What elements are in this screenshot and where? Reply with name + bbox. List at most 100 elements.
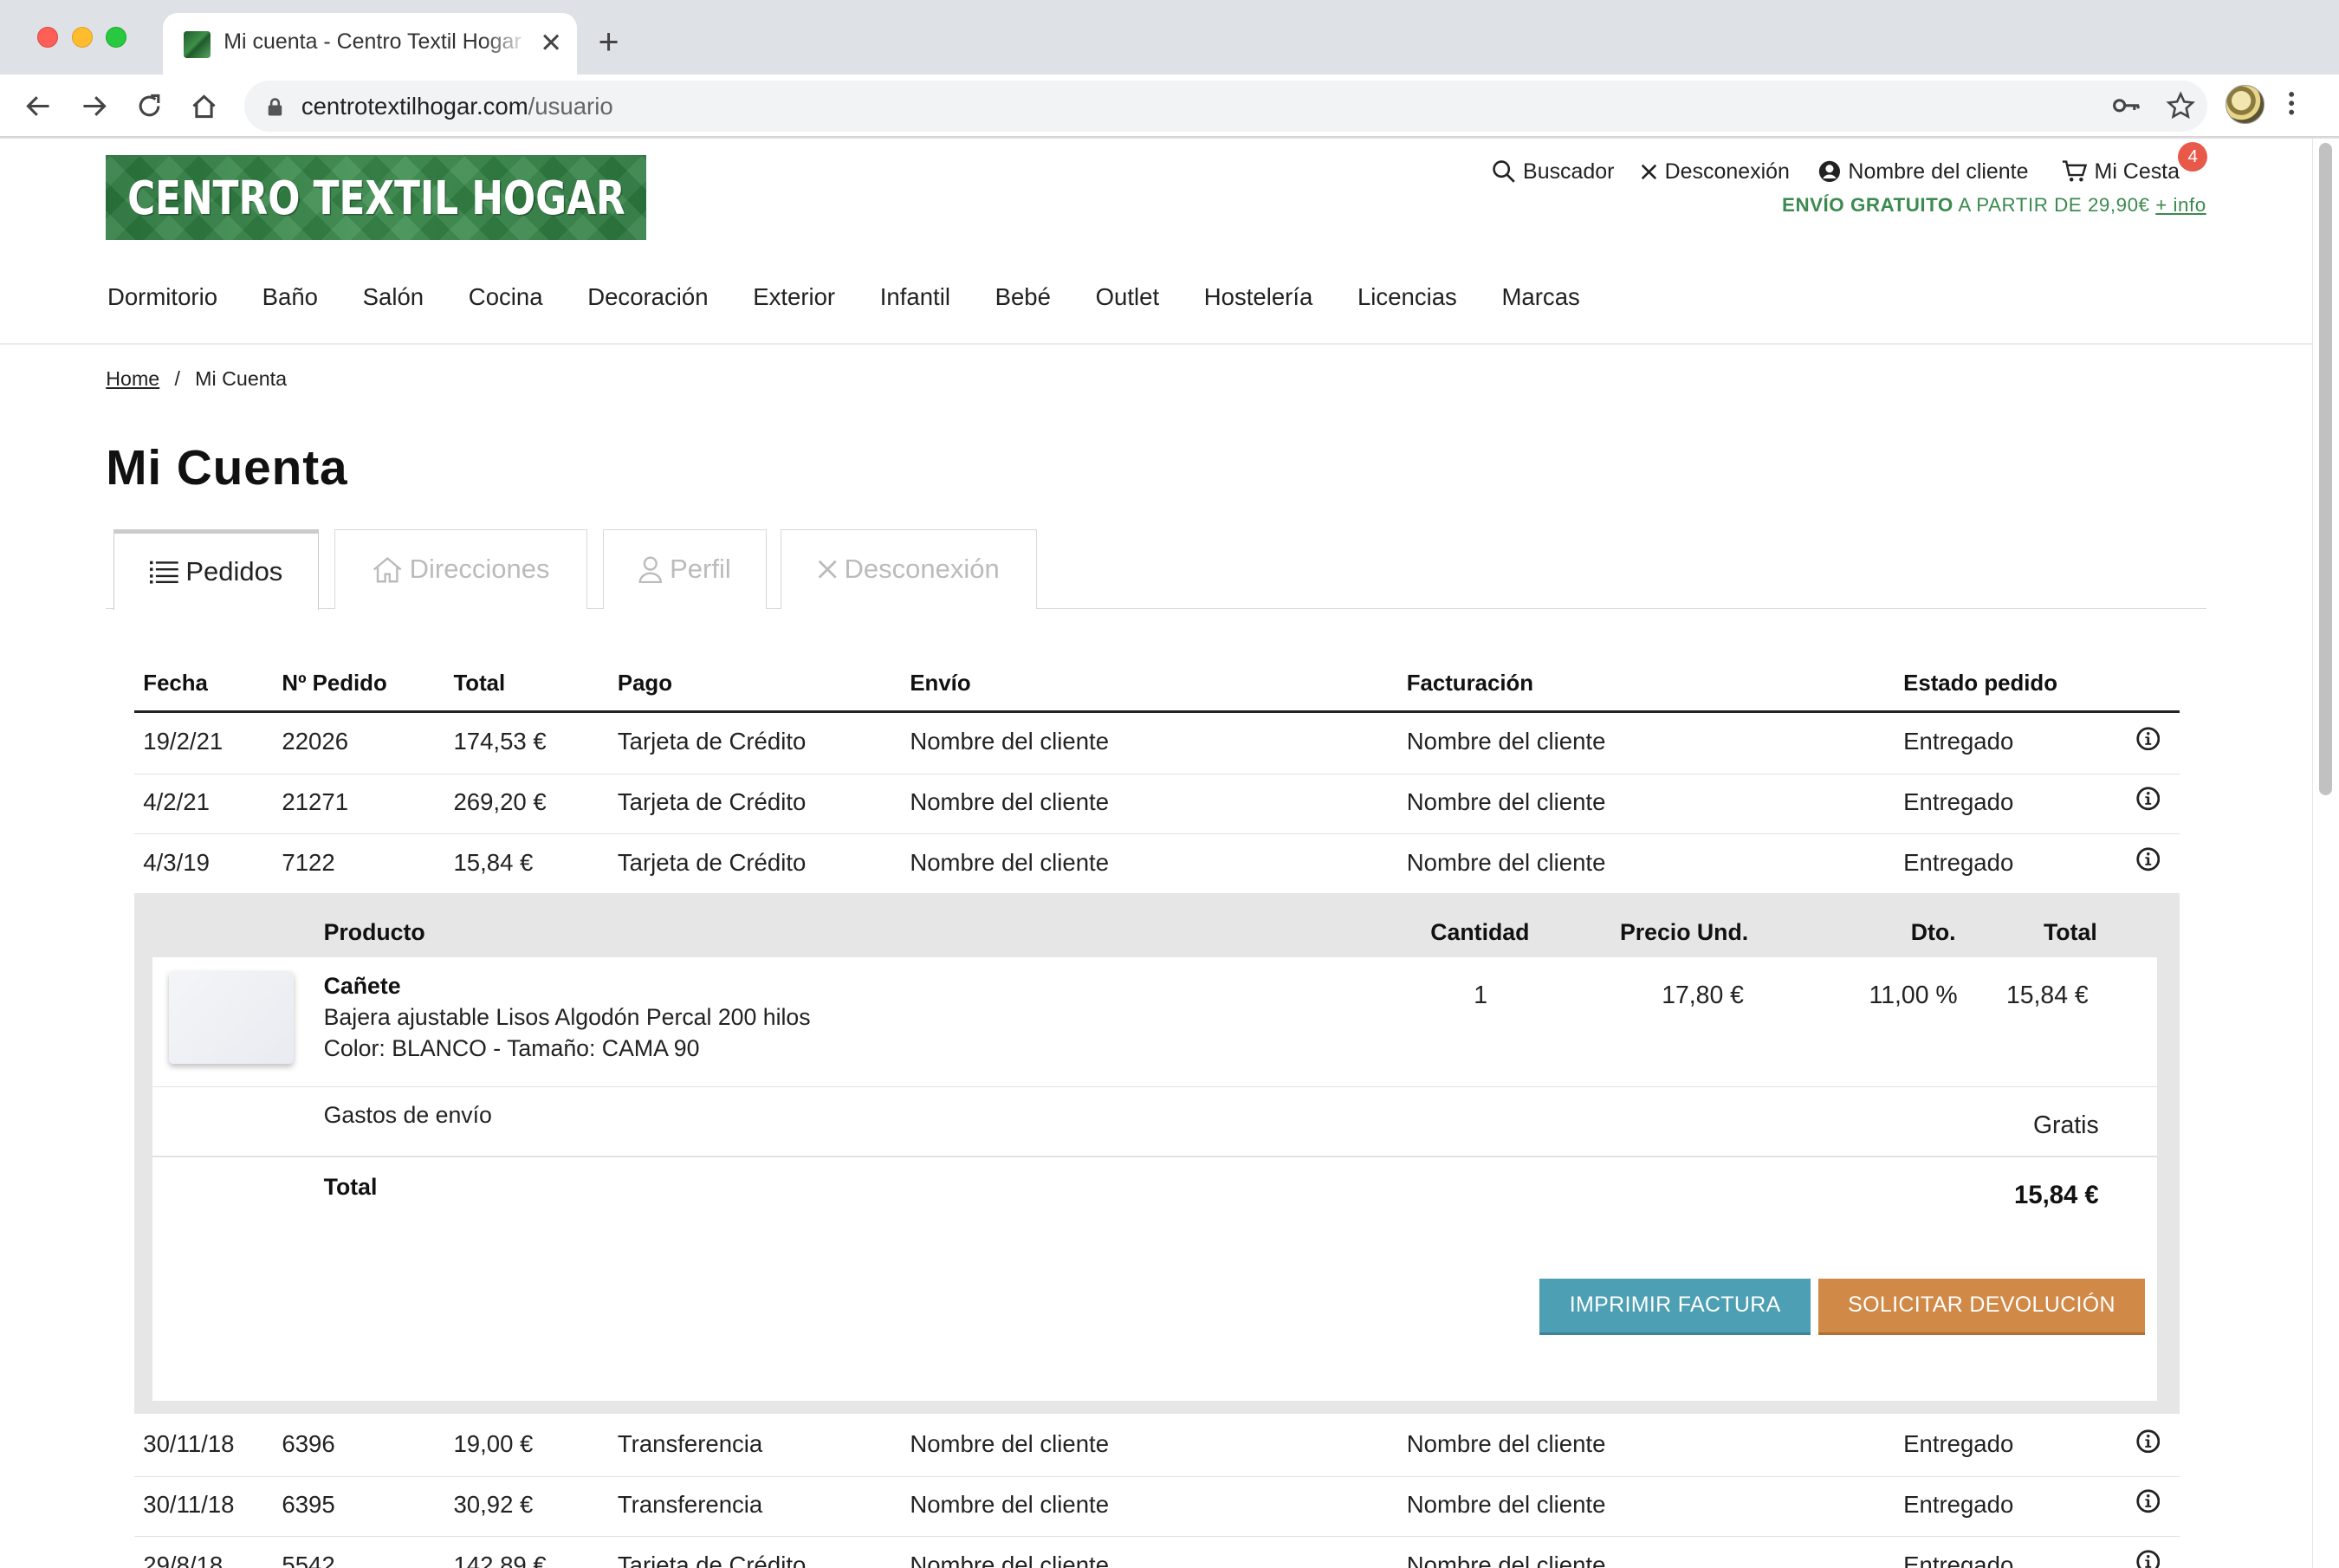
shipping-cost-value: Gratis (2032, 1111, 2099, 1139)
new-tab-button[interactable]: + (598, 22, 619, 62)
order-number: 6396 (282, 1430, 335, 1458)
site-logo[interactable]: CENTRO TEXTIL HOGAR (106, 155, 646, 241)
bookmark-star-icon[interactable] (2166, 91, 2196, 120)
tab-pedidos[interactable]: Pedidos (113, 529, 320, 611)
cart-link[interactable]: Mi Cesta (2062, 157, 2180, 186)
nav-item-hostelería[interactable]: Hostelería (1204, 283, 1313, 311)
user-icon (638, 556, 662, 583)
close-window-button[interactable] (37, 26, 59, 49)
order-row[interactable]: 30/11/18 6395 30,92 € Transferencia Nombre d… (133, 1476, 2180, 1538)
divider (152, 1156, 2157, 1158)
logo-text: CENTRO TEXTIL HOGAR (126, 170, 625, 225)
order-total: 19,00 € (453, 1430, 534, 1458)
billing-name: Nombre del cliente (1406, 728, 1606, 755)
nav-item-marcas[interactable]: Marcas (1501, 283, 1579, 311)
key-icon[interactable] (2112, 94, 2141, 118)
forward-icon[interactable] (76, 88, 112, 124)
shipping-name: Nombre del cliente (910, 848, 1110, 876)
tab-direcciones[interactable]: Direcciones (334, 529, 588, 609)
nav-item-cocina[interactable]: Cocina (469, 283, 543, 311)
home-icon[interactable] (186, 88, 222, 124)
order-number: 21271 (282, 788, 349, 815)
address-bar[interactable]: centrotextilhogar.com/usuario (244, 80, 2208, 132)
breadcrumb-current: Mi Cuenta (195, 366, 288, 390)
header-pago: Pago (617, 671, 672, 696)
order-info-icon[interactable] (2136, 1429, 2161, 1460)
nav-item-infantil[interactable]: Infantil (880, 283, 950, 311)
header-facturacion: Facturación (1406, 671, 1534, 696)
back-icon[interactable] (21, 88, 56, 124)
breadcrumb-separator: / (174, 366, 180, 390)
order-status: Entregado (1903, 788, 2014, 815)
nav-item-bebé[interactable]: Bebé (995, 283, 1051, 311)
nav-item-decoración[interactable]: Decoración (587, 283, 708, 311)
close-tab-icon[interactable]: ✕ (540, 28, 562, 58)
nav-item-outlet[interactable]: Outlet (1096, 283, 1160, 311)
order-row[interactable]: 4/3/19 7122 15,84 € Tarjeta de Crédito Nombr… (133, 834, 2180, 896)
page-title: Mi Cuenta (106, 440, 348, 496)
nav-item-salón[interactable]: Salón (363, 283, 424, 311)
shipping-name: Nombre del cliente (910, 728, 1110, 755)
lock-icon (268, 98, 282, 116)
order-row[interactable]: 19/2/21 22026 174,53 € Tarjeta de Crédito No… (133, 713, 2180, 774)
order-total-value: 15,84 € (2014, 1181, 2099, 1209)
scrollbar-thumb[interactable] (2318, 143, 2333, 795)
product-image[interactable] (168, 970, 295, 1064)
request-return-button[interactable]: SOLICITAR DEVOLUCIÓN (1817, 1278, 2146, 1336)
shipping-info-link[interactable]: + info (2155, 194, 2206, 216)
product-brand: Cañete (323, 972, 401, 999)
product-total: 15,84 € (2005, 981, 2089, 1009)
tab-label: Perfil (670, 554, 731, 585)
order-info-icon[interactable] (2136, 847, 2161, 878)
orders-table-header: Fecha Nº Pedido Total Pago Envío Factura… (133, 671, 2180, 714)
order-row[interactable]: 30/11/18 6396 19,00 € Transferencia Nombre d… (133, 1416, 2180, 1477)
cart-count-badge: 4 (2177, 141, 2208, 172)
order-info-icon[interactable] (2136, 1489, 2161, 1519)
nav-item-exterior[interactable]: Exterior (753, 283, 835, 311)
tab-label: Direcciones (409, 554, 550, 585)
product-name[interactable]: Bajera ajustable Lisos Algodón Percal 20… (324, 1004, 811, 1031)
browser-chrome: Mi cuenta - Centro Textil Hogar ✕ + cent… (0, 0, 2339, 138)
nav-item-licencias[interactable]: Licencias (1357, 283, 1457, 311)
breadcrumb-home-link[interactable]: Home (106, 367, 159, 390)
order-row[interactable]: 4/2/21 21271 269,20 € Tarjeta de Crédito Nom… (133, 774, 2180, 835)
browser-tab[interactable]: Mi cuenta - Centro Textil Hogar ✕ (162, 13, 578, 75)
url-text: centrotextilhogar.com/usuario (301, 92, 613, 120)
page-scrollbar[interactable] (2311, 139, 2339, 1568)
order-number: 6395 (282, 1491, 335, 1519)
order-info-icon[interactable] (2136, 1550, 2161, 1568)
list-icon (150, 561, 178, 584)
search-link[interactable]: Buscador (1492, 157, 1615, 186)
shipping-name: Nombre del cliente (910, 788, 1110, 815)
nav-item-dormitorio[interactable]: Dormitorio (107, 283, 217, 311)
user-account-link[interactable]: Nombre del cliente (1818, 157, 2028, 186)
tab-label: Desconexión (844, 554, 1000, 585)
product-quantity: 1 (1474, 981, 1488, 1009)
profile-avatar[interactable] (2226, 85, 2264, 124)
billing-name: Nombre del cliente (1406, 1551, 1606, 1568)
tab-label: Pedidos (185, 556, 283, 587)
order-date: 4/3/19 (143, 848, 210, 876)
order-info-icon[interactable] (2136, 787, 2161, 817)
maximize-window-button[interactable] (106, 26, 127, 49)
divider (152, 1085, 2157, 1088)
order-total: 30,92 € (453, 1491, 534, 1519)
reload-icon[interactable] (132, 88, 167, 124)
billing-name: Nombre del cliente (1406, 1430, 1606, 1458)
order-total: 174,53 € (453, 728, 547, 755)
payment-method: Transferencia (617, 1430, 763, 1458)
minimize-window-button[interactable] (71, 26, 93, 49)
order-info-icon[interactable] (2136, 726, 2161, 757)
header-numero-pedido: Nº Pedido (282, 671, 387, 696)
order-row[interactable]: 29/8/18 5542 142,89 € Tarjeta de Crédito Nom… (134, 1537, 2180, 1568)
close-icon (1641, 164, 1657, 179)
tab-perfil[interactable]: Perfil (602, 529, 768, 609)
browser-menu-icon[interactable] (2287, 88, 2296, 118)
search-label: Buscador (1523, 159, 1615, 184)
logout-link[interactable]: Desconexión (1641, 157, 1790, 186)
tab-desconexion[interactable]: Desconexión (780, 529, 1037, 609)
nav-item-baño[interactable]: Baño (262, 283, 318, 311)
site-favicon-icon (183, 31, 211, 59)
order-total-label: Total (323, 1174, 378, 1201)
print-invoice-button[interactable]: IMPRIMIR FACTURA (1539, 1278, 1811, 1336)
